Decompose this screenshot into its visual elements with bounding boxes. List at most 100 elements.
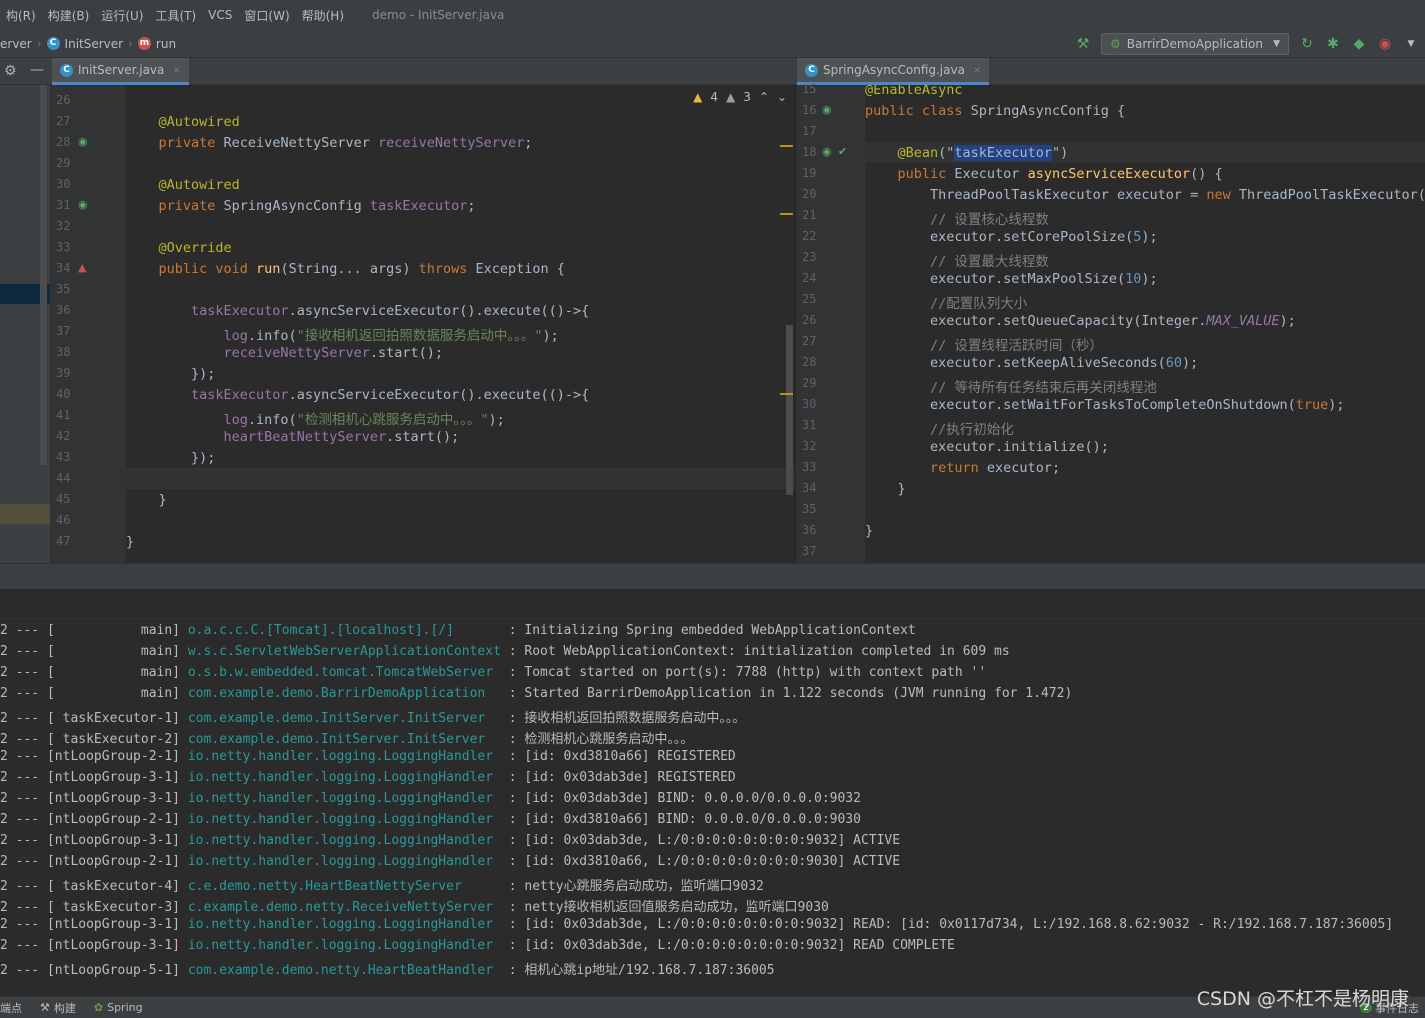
line-number: 33 [802, 460, 817, 474]
line-number: 37 [802, 544, 817, 558]
code-token: ); [1141, 229, 1158, 245]
code-token: // 设置核心线程数 [865, 212, 1049, 228]
console-line: 2 --- [ntLoopGroup-2-1] io.netty.handler… [0, 812, 861, 827]
coverage-icon[interactable]: ◆ [1351, 36, 1367, 52]
code-token: executor; [986, 460, 1061, 476]
menu-build-prefix[interactable]: 构(R) [0, 7, 42, 24]
console-text: 2 --- [ntLoopGroup-3-1] [0, 917, 188, 932]
console-text: : [id: 0xd3810a66, L:/0:0:0:0:0:0:0:0:90… [500, 854, 901, 869]
window-title: demo - InitServer.java [372, 8, 505, 22]
gear-icon[interactable]: ⚙ [4, 63, 17, 79]
console-text: 2 --- [ taskExecutor-2] [0, 732, 188, 747]
close-icon[interactable]: × [172, 65, 180, 76]
override-gutter-icon[interactable]: ▲ [78, 261, 86, 274]
line-number: 35 [802, 502, 817, 516]
code-line: public void run(String... args) throws E… [126, 261, 565, 277]
code-token: }); [126, 450, 216, 466]
statusbar-label: 构建 [53, 1001, 76, 1015]
close-icon[interactable]: × [973, 65, 981, 76]
menu-run[interactable]: 运行(U) [95, 7, 149, 24]
line-number: 15 [802, 82, 817, 96]
rerun-icon[interactable]: ↻ [1299, 36, 1315, 52]
bean-gutter-icon[interactable]: ◉ [822, 145, 832, 158]
console-text: : 相机心跳ip地址/192.168.7.187:36005 [500, 963, 775, 978]
console-text: : netty心跳服务启动成功，监听端口9032 [500, 879, 764, 894]
profile-icon[interactable]: ◉ [1377, 36, 1393, 52]
weak-warning-icon: ▲ [726, 90, 736, 104]
console-line: 2 --- [ntLoopGroup-3-1] io.netty.handler… [0, 938, 955, 953]
code-line: taskExecutor.asyncServiceExecutor().exec… [126, 387, 589, 403]
error-stripe-left [780, 85, 795, 563]
hammer-icon[interactable]: ⚒ [1075, 36, 1091, 52]
console-logger-name: o.a.c.c.C.[Tomcat].[localhost].[/] [187, 623, 501, 638]
console-text: 2 --- [ntLoopGroup-3-1] [0, 938, 188, 953]
menu-vcs[interactable]: VCS [202, 8, 238, 22]
console-text: : [id: 0x03dab3de, L:/0:0:0:0:0:0:0:0:90… [500, 833, 901, 848]
console-text: 2 --- [ntLoopGroup-3-1] [0, 833, 188, 848]
bean-gutter-icon[interactable]: ◉ [822, 103, 832, 116]
tab-initserver[interactable]: C InitServer.java × [52, 58, 189, 85]
statusbar-endpoints[interactable]: 端点 [0, 1000, 22, 1016]
console-line: 2 --- [ main] o.a.c.c.C.[Tomcat].[localh… [0, 623, 916, 638]
statusbar-spring[interactable]: ✿ Spring [94, 1001, 143, 1014]
console-line: 2 --- [ntLoopGroup-3-1] io.netty.handler… [0, 770, 736, 785]
bean-gutter-icon[interactable]: ◉ [78, 198, 88, 211]
menu-build[interactable]: 构建(B) [42, 7, 96, 24]
code-line: @EnableAsync [865, 85, 963, 98]
menu-tools[interactable]: 工具(T) [149, 7, 202, 24]
scrollbar[interactable] [786, 325, 793, 495]
code-token: .info( [247, 328, 297, 344]
console-text: 2 --- [ntLoopGroup-2-1] [0, 812, 188, 827]
line-number: 25 [802, 292, 817, 306]
row-highlight [0, 504, 50, 524]
menu-help[interactable]: 帮助(H) [296, 7, 350, 24]
run-console[interactable]: 2 --- [ main] o.a.c.c.C.[Tomcat].[localh… [0, 619, 1425, 996]
minimize-icon[interactable]: — [30, 62, 44, 78]
console-text: 2 --- [ntLoopGroup-3-1] [0, 770, 188, 785]
line-number: 23 [802, 250, 817, 264]
code-token: true [1295, 397, 1329, 413]
code-token: return [865, 460, 987, 476]
menu-window[interactable]: 窗口(W) [238, 7, 295, 24]
code-token: ); [488, 412, 505, 428]
statusbar-build[interactable]: ⚒ 构建 [40, 1000, 76, 1016]
code-line: private ReceiveNettyServer receiveNettyS… [126, 135, 533, 151]
console-line: 2 --- [ main] w.s.c.ServletWebServerAppl… [0, 644, 1010, 659]
code-token: .info( [247, 412, 297, 428]
console-logger-name: com.example.demo.netty.HeartBeatHandler [187, 963, 501, 978]
chevron-down-icon[interactable]: ▼ [1403, 36, 1419, 52]
scrollbar[interactable] [40, 85, 47, 465]
chevron-up-icon[interactable]: ⌃ [759, 90, 769, 104]
breadcrumb-item-class[interactable]: InitServer [65, 37, 124, 51]
code-token: executor.setKeepAliveSeconds( [865, 355, 1166, 371]
code-line: // 设置线程活跃时间（秒） [865, 334, 1103, 354]
line-number: 43 [56, 450, 71, 464]
line-number: 40 [56, 387, 71, 401]
bean-gutter-icon[interactable]: ✔ [838, 145, 847, 158]
breadcrumb-item-method[interactable]: run [156, 37, 176, 51]
code-line: // 设置核心线程数 [865, 208, 1049, 228]
line-number: 47 [56, 534, 71, 548]
debug-icon[interactable]: ✱ [1325, 36, 1341, 52]
code-token: heartBeatNettyServer [126, 429, 387, 445]
breadcrumb-separator: › [128, 36, 133, 51]
breadcrumb-item-module[interactable]: erver [0, 37, 32, 51]
warning-marker [780, 213, 793, 215]
line-number: 34 [56, 261, 71, 275]
console-text: : [id: 0x03dab3de] BIND: 0.0.0.0/0.0.0.0… [500, 791, 861, 806]
code-token: // 等待所有任务结束后再关闭线程池 [865, 380, 1157, 396]
code-editor-left[interactable]: ▲ 4 ▲ 3 ⌃ ⌄ @Autowired private ReceiveNett… [126, 85, 795, 563]
line-number: 18 [802, 145, 817, 159]
code-line: //执行初始化 [865, 418, 1014, 438]
inspection-widget[interactable]: ▲ 4 ▲ 3 ⌃ ⌄ [693, 90, 787, 104]
run-tool-window-header [0, 563, 1425, 589]
code-token: receiveNettyServer [126, 345, 370, 361]
code-editor-right[interactable]: @EnableAsync public class SpringAsyncConf… [865, 85, 1425, 563]
run-configuration-select[interactable]: ⚙ BarrirDemoApplication ▼ [1101, 33, 1289, 55]
tab-springasyncconfig[interactable]: C SpringAsyncConfig.java × [797, 58, 990, 85]
code-token: ); [1141, 271, 1158, 287]
code-token: public class [865, 103, 971, 119]
code-token: ThreadPoolTaskExecutor executor = [865, 187, 1207, 203]
bean-gutter-icon[interactable]: ◉ [78, 135, 88, 148]
spring-leaf-icon: ✿ [93, 1001, 104, 1014]
